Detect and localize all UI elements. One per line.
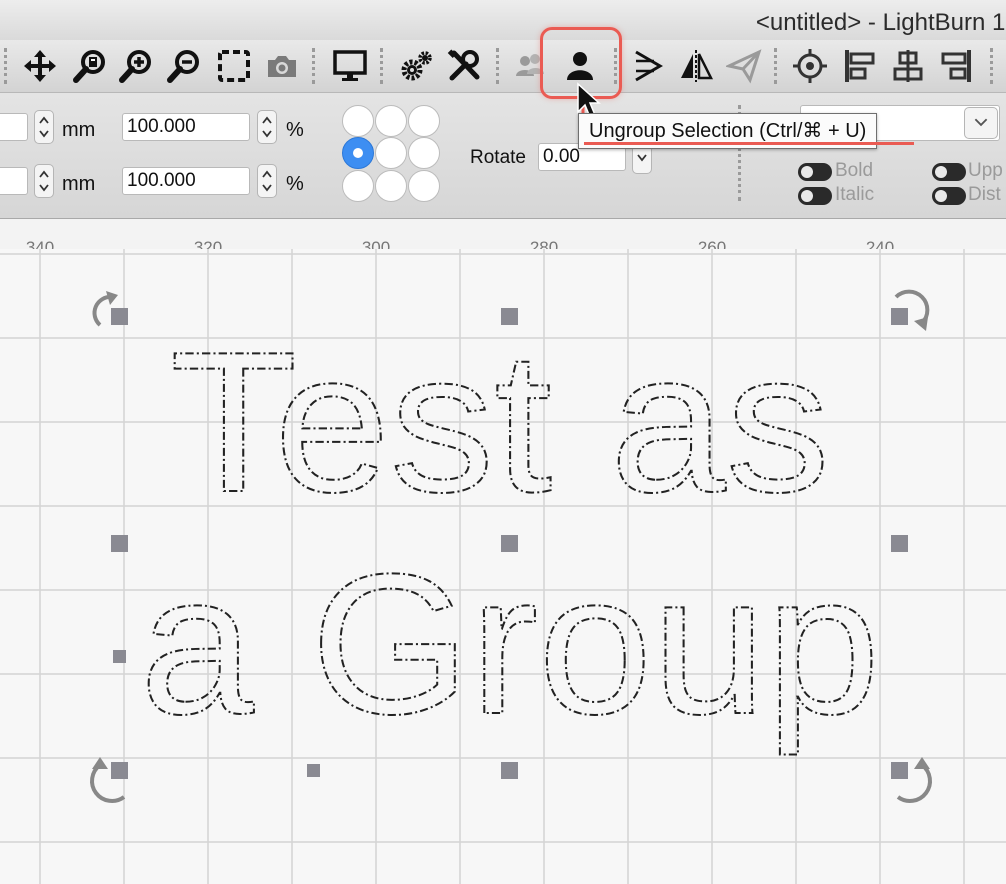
height-stepper[interactable] bbox=[34, 164, 54, 198]
dashed-square-icon bbox=[218, 50, 250, 82]
move-arrows-icon bbox=[24, 50, 56, 82]
align-center-icon bbox=[893, 50, 923, 82]
resize-handle[interactable] bbox=[111, 308, 128, 325]
crosshair-icon bbox=[793, 49, 827, 83]
upper-label: Upp bbox=[968, 160, 1003, 181]
distort-toggle[interactable] bbox=[932, 187, 966, 205]
frame-selection-button[interactable] bbox=[214, 46, 254, 86]
resize-handle[interactable] bbox=[501, 308, 518, 325]
flip-h-icon bbox=[635, 50, 663, 82]
bold-label: Bold bbox=[835, 160, 874, 181]
resize-handle[interactable] bbox=[111, 535, 128, 552]
mirror-icon bbox=[681, 50, 714, 82]
align-left-button[interactable] bbox=[840, 46, 880, 86]
monitor-icon bbox=[333, 50, 367, 81]
design-canvas[interactable]: Test as a Group bbox=[0, 249, 1006, 884]
height-scale-input[interactable]: 100.000 bbox=[122, 167, 250, 195]
anchor-middle-center[interactable] bbox=[375, 137, 407, 169]
canvas-text-line-1[interactable]: Test as bbox=[169, 310, 831, 535]
paper-plane-icon bbox=[726, 49, 762, 84]
anchor-bottom-center[interactable] bbox=[375, 170, 407, 202]
toolbar-separator bbox=[380, 48, 383, 84]
toolbar-separator bbox=[990, 48, 993, 84]
horizontal-ruler: 340 320 300 280 260 240 bbox=[0, 219, 1006, 257]
anchor-bottom-right[interactable] bbox=[408, 170, 440, 202]
italic-label: Italic bbox=[835, 184, 875, 205]
resize-handle[interactable] bbox=[307, 764, 320, 777]
window-title: <untitled> - LightBurn 1. bbox=[755, 9, 1006, 36]
anchor-top-center[interactable] bbox=[375, 105, 407, 137]
zoom-out-button[interactable] bbox=[164, 46, 204, 86]
ungroup-button-highlight bbox=[540, 27, 622, 99]
camera-button[interactable] bbox=[262, 46, 302, 86]
move-button[interactable] bbox=[20, 46, 60, 86]
resize-handle[interactable] bbox=[113, 650, 126, 663]
bold-toggle[interactable] bbox=[798, 163, 832, 181]
align-right-button[interactable] bbox=[936, 46, 976, 86]
width-stepper[interactable] bbox=[34, 110, 54, 144]
stepper-arrows-icon bbox=[262, 170, 272, 192]
anchor-bottom-left[interactable] bbox=[342, 170, 374, 202]
canvas-text-line-2[interactable]: a Group bbox=[139, 532, 881, 757]
target-button[interactable] bbox=[790, 46, 830, 86]
width-scale-unit: % bbox=[286, 119, 304, 141]
tooltip-underline bbox=[584, 142, 914, 145]
distort-label: Dist bbox=[968, 184, 1001, 205]
zoom-in-button[interactable] bbox=[116, 46, 156, 86]
font-dropdown-button[interactable] bbox=[964, 107, 998, 139]
toolbar-separator bbox=[496, 48, 499, 84]
italic-toggle[interactable] bbox=[798, 187, 832, 205]
zoom-in-icon bbox=[119, 50, 151, 83]
height-unit: mm bbox=[62, 173, 96, 195]
properties-bar: mm 100.000 % mm 100.000 % Rotate 0.00 Bo… bbox=[0, 93, 1006, 219]
upper-toggle[interactable] bbox=[932, 163, 966, 181]
height-input[interactable] bbox=[0, 167, 28, 195]
devices-button[interactable] bbox=[330, 46, 370, 86]
anchor-middle-left[interactable] bbox=[342, 137, 374, 169]
camera-icon bbox=[268, 56, 296, 77]
flip-horizontal-button[interactable] bbox=[628, 46, 668, 86]
zoom-to-page-button[interactable] bbox=[70, 46, 110, 86]
stepper-arrows-icon bbox=[262, 116, 272, 138]
mirror-button[interactable] bbox=[676, 46, 716, 86]
canvas-drawing: Test as a Group bbox=[0, 249, 1006, 884]
title-bar: <untitled> - LightBurn 1. bbox=[0, 0, 1006, 40]
rotate-label: Rotate bbox=[470, 147, 526, 168]
width-unit: mm bbox=[62, 119, 96, 141]
align-right-icon bbox=[941, 50, 971, 82]
resize-handle[interactable] bbox=[891, 535, 908, 552]
gears-icon bbox=[401, 51, 432, 81]
settings-button[interactable] bbox=[396, 46, 436, 86]
anchor-top-right[interactable] bbox=[408, 105, 440, 137]
align-left-icon bbox=[845, 50, 875, 82]
anchor-top-left[interactable] bbox=[342, 105, 374, 137]
resize-handle[interactable] bbox=[891, 762, 908, 779]
send-button[interactable] bbox=[724, 46, 764, 86]
resize-handle[interactable] bbox=[111, 762, 128, 779]
resize-handle[interactable] bbox=[501, 762, 518, 779]
chevron-down-icon bbox=[974, 118, 988, 127]
height-scale-stepper[interactable] bbox=[257, 164, 277, 198]
zoom-out-icon bbox=[167, 50, 199, 83]
center-handle[interactable] bbox=[501, 535, 518, 552]
toolbar-separator bbox=[4, 48, 7, 84]
zoom-page-icon bbox=[73, 50, 105, 83]
anchor-middle-right[interactable] bbox=[408, 137, 440, 169]
stepper-arrows-icon bbox=[39, 116, 49, 138]
main-toolbar bbox=[0, 40, 1006, 93]
resize-handle[interactable] bbox=[891, 308, 908, 325]
toolbar-separator bbox=[312, 48, 315, 84]
height-scale-unit: % bbox=[286, 173, 304, 195]
stepper-arrows-icon bbox=[39, 170, 49, 192]
toolbar-separator bbox=[774, 48, 777, 84]
width-scale-stepper[interactable] bbox=[257, 110, 277, 144]
width-input[interactable] bbox=[0, 113, 28, 141]
width-scale-input[interactable]: 100.000 bbox=[122, 113, 250, 141]
machine-settings-button[interactable] bbox=[444, 46, 484, 86]
align-center-button[interactable] bbox=[888, 46, 928, 86]
tools-icon bbox=[447, 49, 480, 81]
